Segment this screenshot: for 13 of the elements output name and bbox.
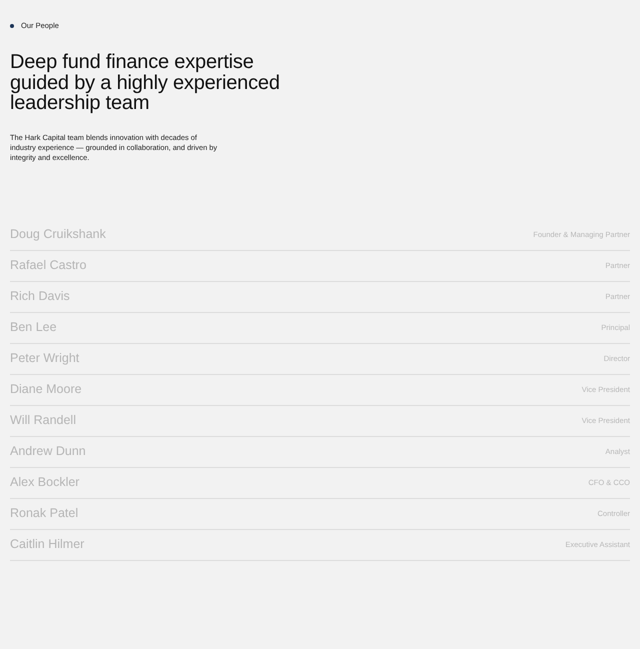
person-name: Caitlin Hilmer (10, 536, 84, 554)
bullet-icon (10, 24, 14, 28)
person-name: Will Randell (10, 412, 76, 430)
page-heading: Deep fund finance expertise guided by a highly experienced leadership team (10, 52, 281, 114)
person-name: Doug Cruikshank (10, 226, 106, 244)
person-name: Rafael Castro (10, 257, 86, 274)
person-name: Andrew Dunn (10, 443, 86, 460)
person-name: Alex Bockler (10, 474, 80, 492)
person-name: Rich Davis (10, 288, 70, 306)
person-name: Ronak Patel (10, 505, 78, 522)
person-name: Ben Lee (10, 319, 57, 336)
person-name: Peter Wright (10, 350, 80, 368)
person-name: Diane Moore (10, 381, 82, 398)
